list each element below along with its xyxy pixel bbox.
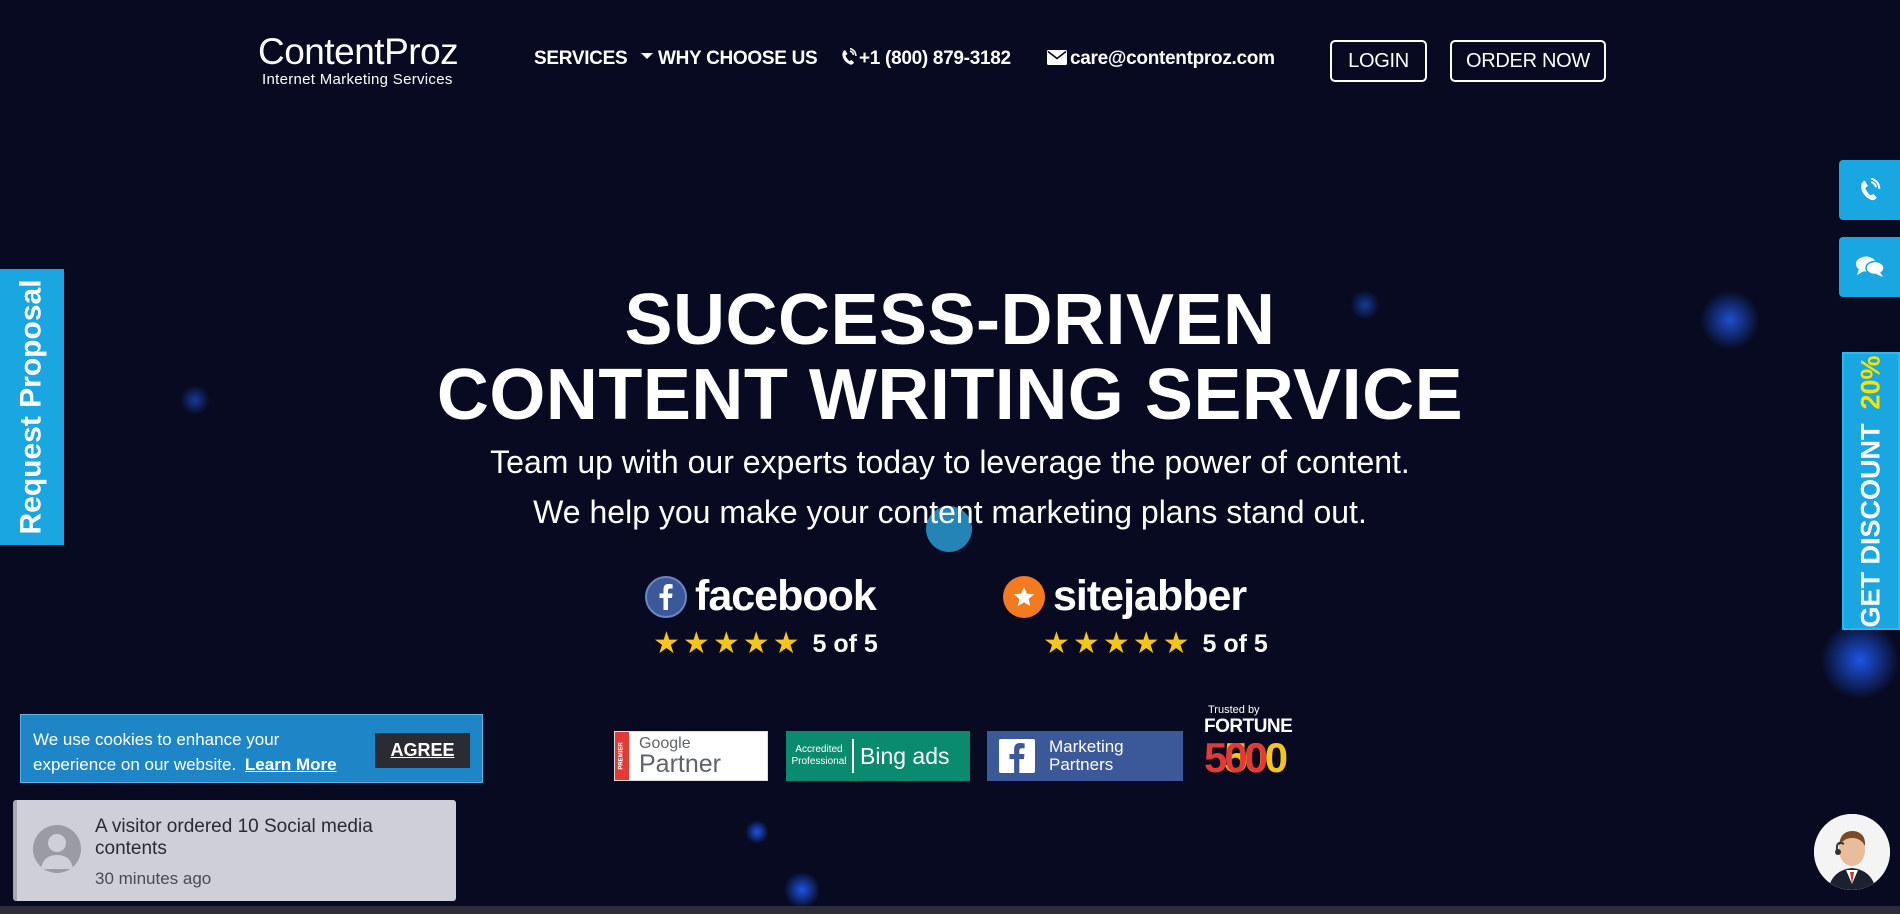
logo[interactable]: ContentProz Internet Marketing Services — [258, 32, 476, 88]
logo-title: ContentProz — [258, 31, 459, 72]
hero-title-line-1: SUCCESS-DRIVEN — [624, 280, 1276, 360]
call-side-button[interactable] — [1839, 160, 1900, 220]
star-icon: ★ — [772, 627, 800, 660]
facebook-brand-name: facebook — [695, 572, 877, 620]
fortune-500-badge: Trusted by FORTUNE 500 — [1204, 704, 1293, 784]
visitor-time: 30 minutes ago — [95, 869, 212, 888]
google-partner-badge: PREMIER Google Partner — [614, 731, 768, 781]
header-email-link[interactable]: care@contentproz.com — [1047, 48, 1275, 70]
cookie-message: We use cookies to enhance your experienc… — [33, 730, 280, 774]
get-discount-tab[interactable]: GET DISCOUNT 20% — [1842, 352, 1900, 630]
nav-why-choose-us[interactable]: WHY CHOOSE US — [658, 48, 818, 70]
sitejabber-review[interactable]: sitejabber ★ ★ ★ ★ ★ 5 of 5 — [1003, 572, 1268, 659]
google-badge-partner: Partner — [639, 749, 721, 778]
bing-ads-label: Bing ads — [860, 742, 950, 769]
bg-glow — [785, 870, 819, 910]
star-icon: ★ — [742, 627, 770, 660]
star-icon: ★ — [712, 627, 740, 660]
agree-button[interactable]: AGREE — [375, 733, 470, 768]
login-button[interactable]: LOGIN — [1330, 40, 1427, 82]
facebook-partner-badge: Marketing Partners — [987, 731, 1183, 781]
facebook-badge-marketing: Marketing — [1049, 737, 1124, 756]
facebook-review[interactable]: facebook ★ ★ ★ ★ ★ 5 of 5 — [645, 572, 878, 659]
chat-agent-avatar[interactable] — [1814, 814, 1890, 890]
nav-why-choose-us-label: WHY CHOOSE US — [658, 48, 818, 69]
sitejabber-icon — [1003, 575, 1045, 618]
chevron-down-icon — [641, 52, 654, 59]
cookie-banner: We use cookies to enhance your experienc… — [20, 714, 483, 783]
bg-glow — [1820, 620, 1900, 700]
bg-glow — [745, 820, 769, 844]
hero-subtitle-line-1: Team up with our experts today to levera… — [490, 444, 1410, 480]
star-icon: ★ — [653, 627, 680, 660]
request-proposal-label: Request Proposal — [15, 279, 48, 535]
bing-professional-label: Professional — [791, 756, 847, 767]
get-discount-label: GET DISCOUNT — [1855, 423, 1886, 628]
bottom-bar — [0, 906, 1900, 914]
hero-title-line-2: CONTENT WRITING SERVICE — [436, 355, 1464, 435]
phone-icon — [1860, 178, 1880, 201]
header-email-address: care@contentproz.com — [1070, 48, 1275, 69]
facebook-icon — [645, 575, 687, 618]
hero-subtitle-line-2: We help you make your content marketing … — [533, 494, 1367, 530]
star-icon: ★ — [1162, 627, 1190, 660]
discount-percentage: 20% — [1855, 354, 1886, 410]
visitor-message: A visitor ordered 10 Social media conten… — [95, 816, 373, 859]
sitejabber-brand-name: sitejabber — [1053, 572, 1247, 620]
visitor-notification[interactable]: A visitor ordered 10 Social media conten… — [13, 800, 456, 901]
nav-services-label: SERVICES — [534, 48, 628, 69]
star-icon: ★ — [1102, 627, 1130, 660]
header-phone-number: +1 (800) 879-3182 — [859, 48, 1011, 69]
user-icon — [33, 825, 81, 873]
learn-more-link[interactable]: Learn More — [245, 755, 337, 774]
chat-icon — [1855, 256, 1885, 277]
order-now-button[interactable]: ORDER NOW — [1450, 40, 1606, 82]
nav-services[interactable]: SERVICES — [534, 48, 654, 70]
chat-side-button[interactable] — [1839, 237, 1900, 297]
star-icon: ★ — [682, 627, 710, 660]
fortune-trusted-by: Trusted by — [1208, 704, 1260, 716]
star-icon: ★ — [1043, 627, 1070, 660]
star-icon: ★ — [1132, 627, 1160, 660]
bing-accredited-label: Accredited — [795, 744, 843, 755]
google-premier-label: PREMIER — [619, 742, 625, 770]
mail-icon — [1047, 50, 1067, 65]
request-proposal-tab[interactable]: Request Proposal — [0, 269, 64, 545]
logo-tagline: Internet Marketing Services — [262, 71, 453, 88]
sitejabber-rating: 5 of 5 — [1202, 629, 1268, 658]
facebook-badge-partners: Partners — [1049, 755, 1114, 774]
phone-icon — [842, 47, 857, 65]
fortune-500-number: 500 — [1204, 734, 1268, 781]
facebook-icon — [999, 739, 1035, 773]
facebook-rating: 5 of 5 — [812, 629, 878, 658]
header-phone-link[interactable]: +1 (800) 879-3182 — [841, 47, 1011, 70]
bing-ads-badge: Accredited Professional Bing ads — [786, 731, 970, 781]
star-icon: ★ — [1072, 627, 1100, 660]
